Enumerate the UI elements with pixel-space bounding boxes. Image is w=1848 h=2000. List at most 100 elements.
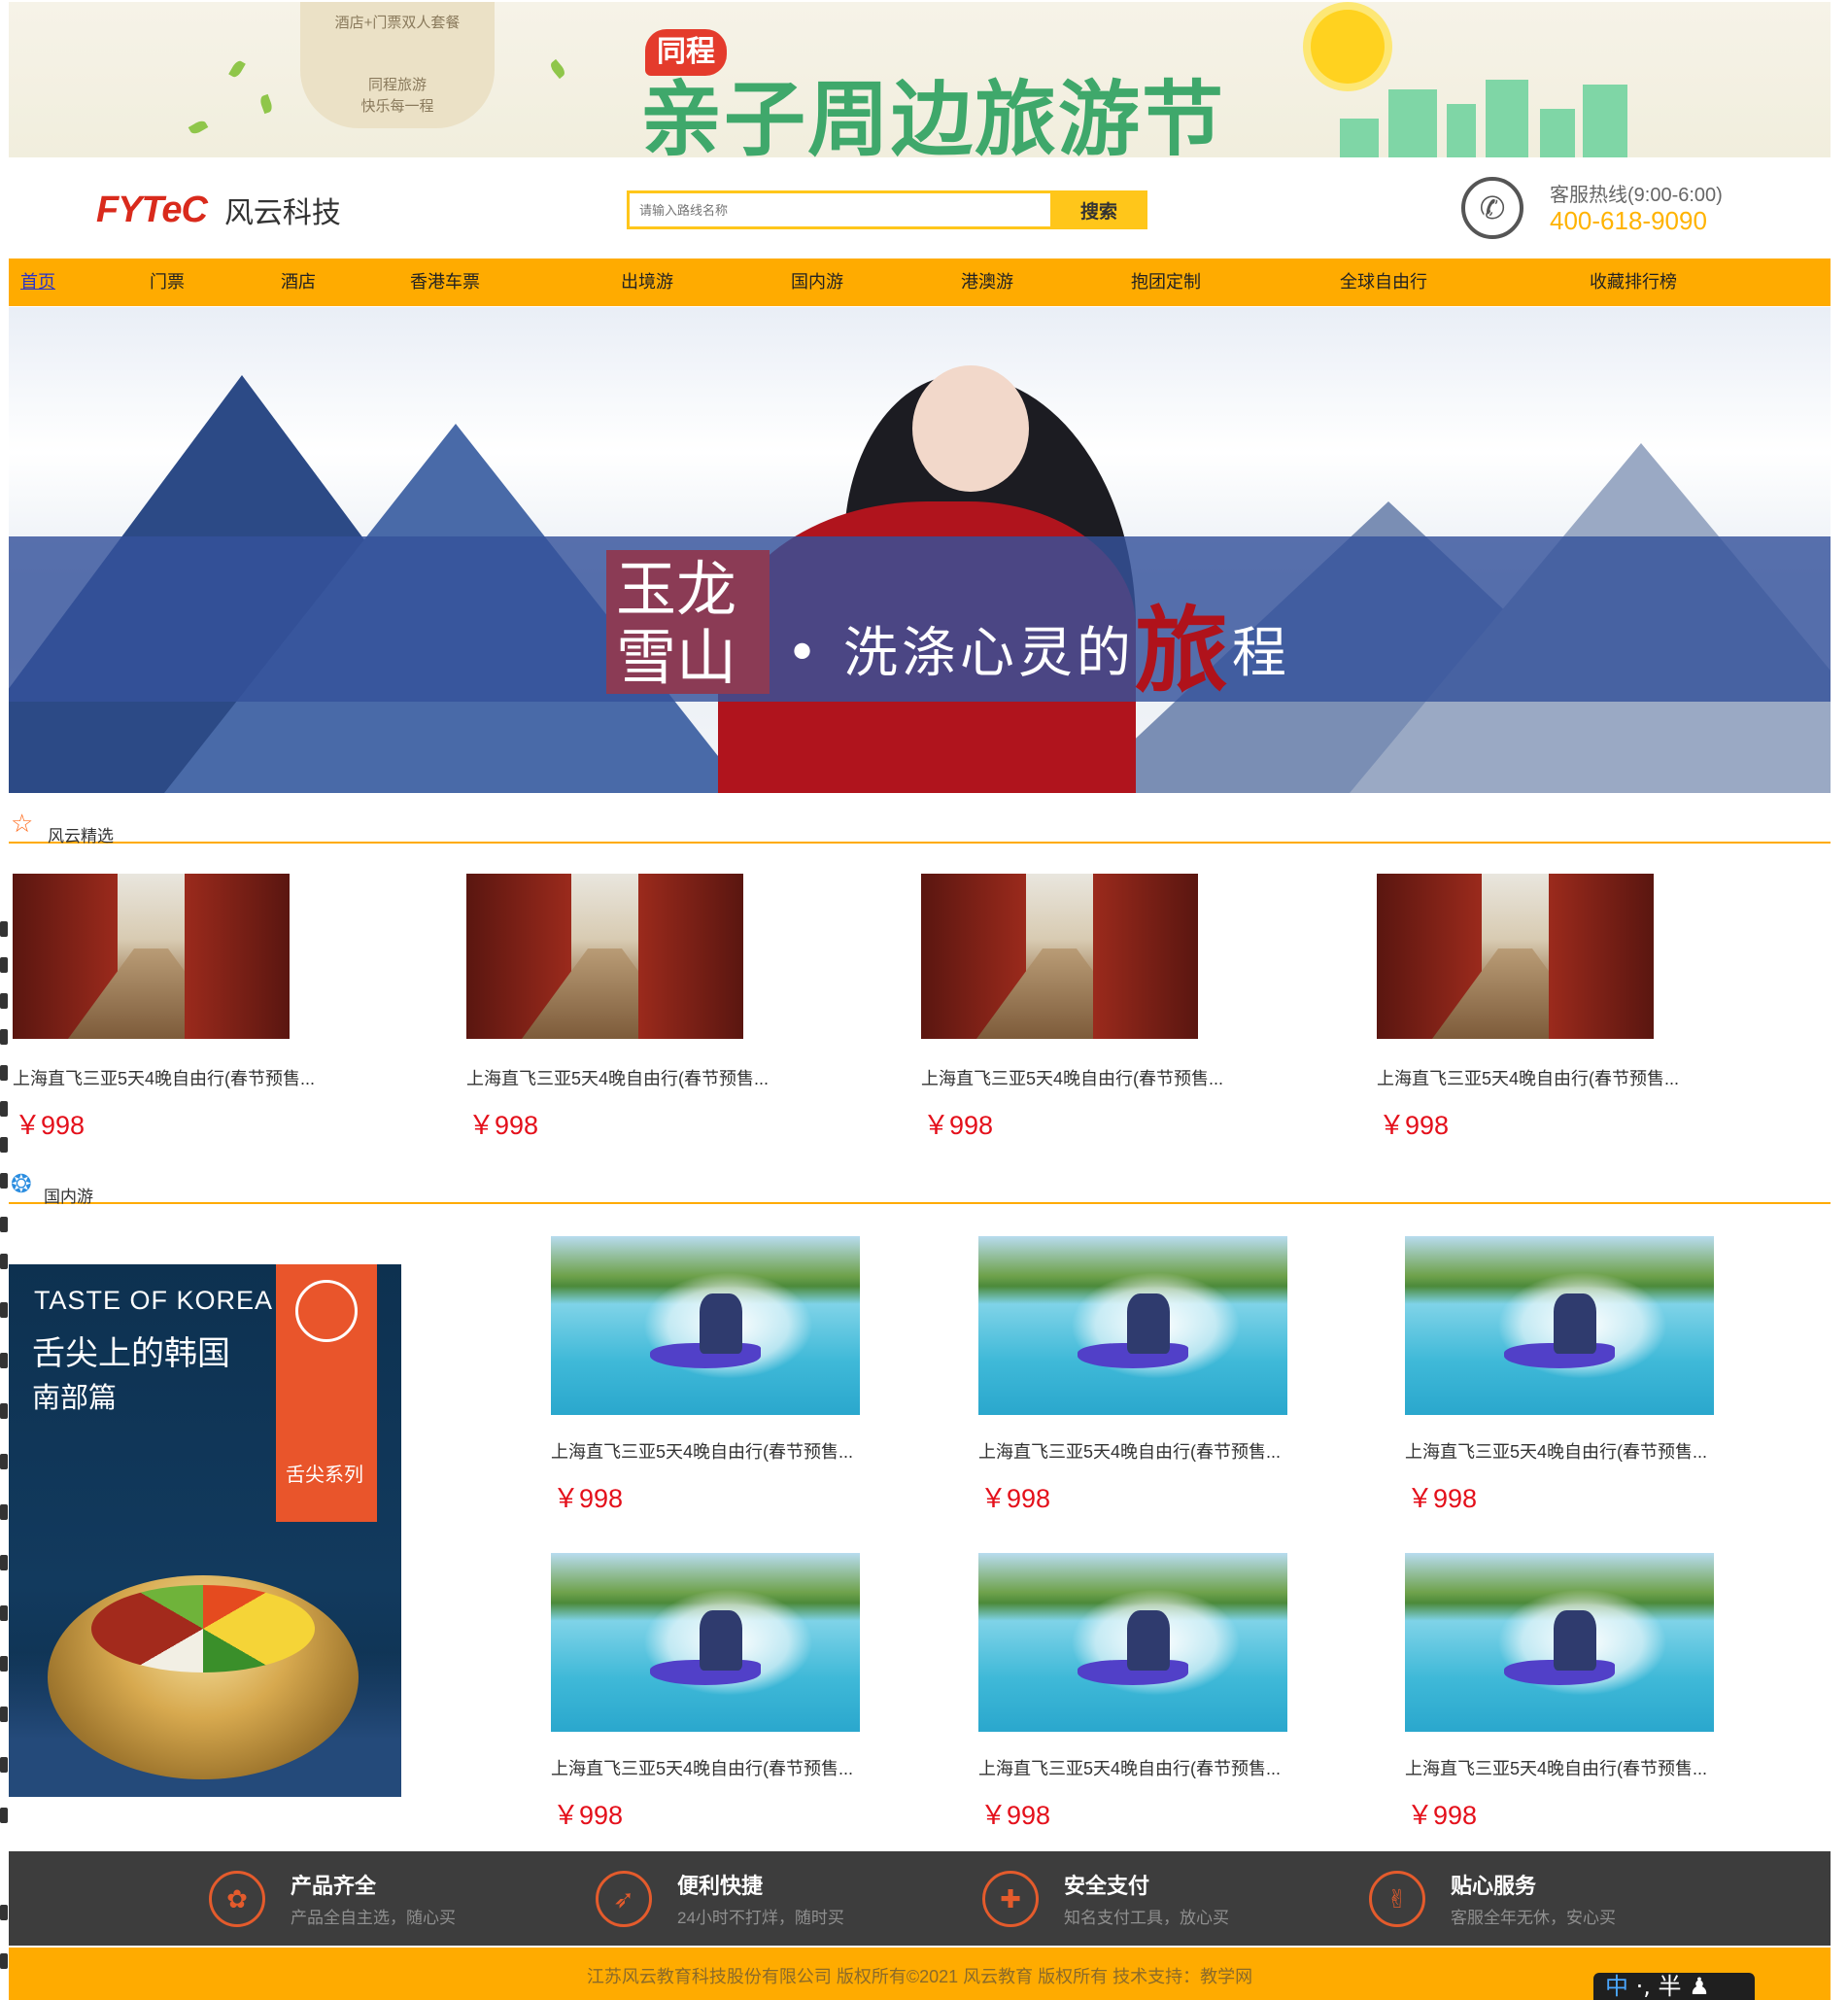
feature-subtitle: 24小时不打烊，随时买 xyxy=(677,1909,844,1927)
poster-logo-icon xyxy=(295,1280,358,1342)
feature-title: 安全支付 xyxy=(1064,1874,1150,1898)
product-image[interactable] xyxy=(1405,1553,1714,1732)
edge-marker xyxy=(0,1173,8,1189)
features-bar: ✿ 产品齐全 产品全自主选，随心买 ➶ 便利快捷 24小时不打烊，随时买 ✚ 安… xyxy=(9,1851,1831,1946)
edge-marker xyxy=(0,1905,8,1920)
product-name[interactable]: 上海直飞三亚5天4晚自由行(春节预售... xyxy=(1405,1438,1707,1464)
nav-item-ranking[interactable]: 收藏排行榜 xyxy=(1590,259,1677,306)
poster-cn-subtitle: 南部篇 xyxy=(32,1383,118,1414)
product-name[interactable]: 上海直飞三亚5天4晚自由行(春节预售... xyxy=(466,1065,769,1090)
poster-orange-panel: 舌尖系列 xyxy=(276,1264,377,1522)
product-price: ￥998 xyxy=(15,1111,86,1140)
product-image[interactable] xyxy=(551,1236,860,1415)
product-price: ￥998 xyxy=(468,1111,539,1140)
product-name[interactable]: 上海直飞三亚5天4晚自由行(春节预售... xyxy=(551,1755,853,1780)
poster-cn-title: 舌尖上的韩国 xyxy=(32,1335,230,1372)
feature-title: 贴心服务 xyxy=(1451,1874,1537,1898)
product-name[interactable]: 上海直飞三亚5天4晚自由行(春节预售... xyxy=(1377,1065,1679,1090)
product-price: ￥998 xyxy=(980,1801,1051,1830)
leaf-decoration xyxy=(258,93,274,115)
edge-marker xyxy=(0,1065,8,1081)
nav-item-global-free[interactable]: 全球自由行 xyxy=(1340,259,1427,306)
edge-marker xyxy=(0,1353,8,1368)
feature-title: 产品齐全 xyxy=(291,1874,377,1898)
ime-toolbar[interactable]: 中 ·, 半 ♟ xyxy=(1593,1973,1755,2000)
feature-title: 便利快捷 xyxy=(677,1874,764,1898)
product-price: ￥998 xyxy=(553,1801,624,1830)
site-logo[interactable]: FYTeC 风云科技 xyxy=(96,189,341,231)
section-featured-title: ☆ 风云精选 xyxy=(9,805,1831,845)
edge-marker xyxy=(0,921,8,937)
edge-marker xyxy=(0,1302,8,1318)
product-image[interactable] xyxy=(978,1553,1287,1732)
korea-poster[interactable]: 舌尖系列 TASTE OF KOREA 舌尖上的韩国 南部篇 xyxy=(9,1264,401,1797)
poster-en-title: TASTE OF KOREA xyxy=(34,1286,274,1315)
edge-marker xyxy=(0,1137,8,1153)
promo-card-line2: 同程旅游 xyxy=(367,77,427,93)
ime-punct[interactable]: ·, xyxy=(1636,1973,1651,2000)
ime-width[interactable]: 半 xyxy=(1659,1973,1682,2000)
nav-item-hotel[interactable]: 酒店 xyxy=(281,259,316,306)
ime-mode[interactable]: 中 xyxy=(1605,1973,1628,2000)
product-name[interactable]: 上海直飞三亚5天4晚自由行(春节预售... xyxy=(978,1438,1281,1464)
product-name[interactable]: 上海直飞三亚5天4晚自由行(春节预售... xyxy=(1405,1755,1707,1780)
product-name[interactable]: 上海直飞三亚5天4晚自由行(春节预售... xyxy=(978,1755,1281,1780)
grid-icon: ✿ xyxy=(209,1871,265,1927)
logo-text: 风云科技 xyxy=(223,197,341,229)
edge-marker xyxy=(0,1217,8,1232)
leaf-decoration xyxy=(228,58,246,80)
shield-icon: ✚ xyxy=(982,1871,1039,1927)
slogan-suffix: 程 xyxy=(1231,622,1290,685)
edge-marker xyxy=(0,957,8,973)
nav-item-hk-bus[interactable]: 香港车票 xyxy=(410,259,480,306)
nav-item-outbound[interactable]: 出境游 xyxy=(621,259,673,306)
hero-banner[interactable]: 玉龙 雪山 • 洗涤心灵的旅程 xyxy=(9,307,1831,793)
product-image[interactable] xyxy=(466,874,743,1039)
section-domestic-label: 国内游 xyxy=(44,1188,93,1206)
nav-item-hk-macau[interactable]: 港澳游 xyxy=(961,259,1013,306)
edge-marker xyxy=(0,1254,8,1269)
edge-marker xyxy=(0,1029,8,1045)
promo-card-line3: 快乐每一程 xyxy=(360,98,434,115)
hotline-label: 客服热线(9:00-6:00) xyxy=(1550,185,1723,206)
search-button[interactable]: 搜索 xyxy=(1050,190,1147,229)
feature-subtitle: 产品全自主选，随心买 xyxy=(291,1909,456,1927)
slogan-emphasis: 旅 xyxy=(1134,596,1232,706)
product-image[interactable] xyxy=(1405,1236,1714,1415)
edge-marker xyxy=(0,1953,8,1969)
edge-marker xyxy=(0,993,8,1009)
search-input[interactable] xyxy=(627,190,1050,229)
hero-slogan: • 洗涤心灵的旅程 xyxy=(786,575,1290,710)
product-price: ￥998 xyxy=(980,1484,1051,1513)
product-name[interactable]: 上海直飞三亚5天4晚自由行(春节预售... xyxy=(551,1438,853,1464)
product-name[interactable]: 上海直飞三亚5天4晚自由行(春节预售... xyxy=(921,1065,1223,1090)
nav-item-home[interactable]: 首页 xyxy=(20,259,55,306)
feature-subtitle: 知名支付工具，放心买 xyxy=(1064,1909,1229,1927)
hero-figure-face xyxy=(912,365,1029,492)
edge-marker xyxy=(0,1403,8,1419)
nav-item-domestic[interactable]: 国内游 xyxy=(791,259,843,306)
product-image[interactable] xyxy=(1377,874,1654,1039)
product-image[interactable] xyxy=(978,1236,1287,1415)
promo-card: 酒店+门票双人套餐 同程旅游 快乐每一程 xyxy=(300,2,495,128)
product-name[interactable]: 上海直飞三亚5天4晚自由行(春节预售... xyxy=(13,1065,315,1090)
slogan-prefix: • 洗涤心灵的 xyxy=(786,622,1135,685)
product-price: ￥998 xyxy=(553,1484,624,1513)
seal-line2: 雪山 xyxy=(616,622,737,693)
product-price: ￥998 xyxy=(1407,1801,1478,1830)
promo-banner[interactable]: 酒店+门票双人套餐 同程旅游 快乐每一程 同程 亲子周边旅游节 xyxy=(9,2,1831,157)
section-domestic-title: ❂ 国内游 xyxy=(9,1165,1831,1206)
shirt-icon[interactable]: ♟ xyxy=(1689,1973,1710,2000)
leaf-decoration xyxy=(188,119,209,136)
nav-item-tickets[interactable]: 门票 xyxy=(150,259,185,306)
product-image[interactable] xyxy=(13,874,290,1039)
city-skyline-decoration xyxy=(1340,70,1631,157)
edge-marker xyxy=(0,1504,8,1520)
product-image[interactable] xyxy=(551,1553,860,1732)
site-header: FYTeC 风云科技 搜索 ✆ 客服热线(9:00-6:00) 400-618-… xyxy=(9,157,1831,259)
promo-card-line1: 酒店+门票双人套餐 xyxy=(334,15,461,31)
feature-subtitle: 客服全年无休，安心买 xyxy=(1451,1909,1616,1927)
nav-item-group-custom[interactable]: 抱团定制 xyxy=(1131,259,1201,306)
product-price: ￥998 xyxy=(1407,1484,1478,1513)
product-image[interactable] xyxy=(921,874,1198,1039)
